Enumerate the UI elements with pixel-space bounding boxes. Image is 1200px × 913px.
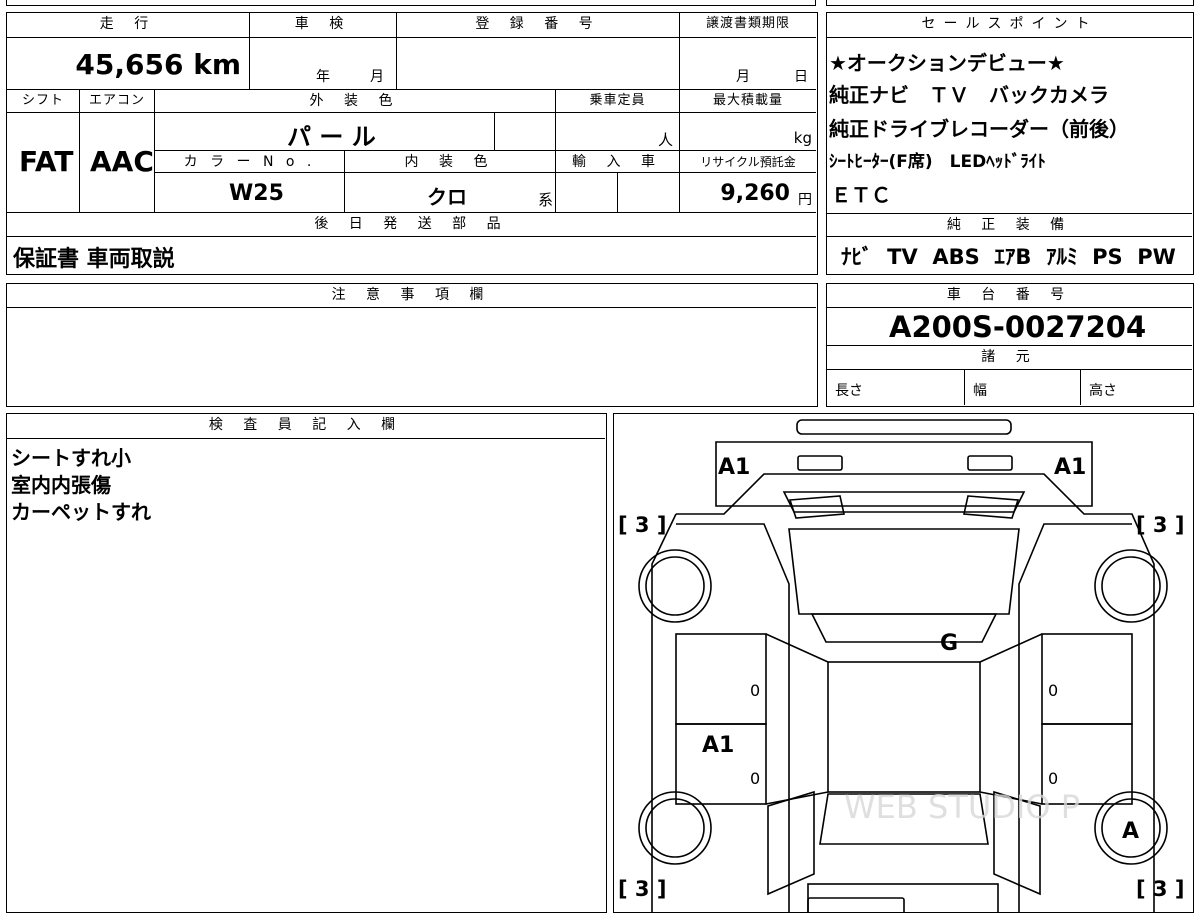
transfer-deadline-cell: 月 日: [680, 38, 816, 90]
shaken-cell: 年 月: [250, 38, 397, 90]
transfer-day-label: 日: [794, 69, 808, 85]
ac-value: AAC: [90, 145, 154, 178]
top-strip-left: [6, 0, 816, 6]
import-header: 輸 入 車: [556, 151, 680, 173]
notes-header: 注 意 事 項 欄: [7, 284, 816, 308]
tire-front-right: [ 3 ]: [1136, 513, 1184, 537]
mark-front-right: A1: [1054, 455, 1086, 480]
ac-cell: AAC: [80, 113, 155, 213]
genuine-equipment-value: ﾅﾋﾞ TV ABS ｴｱB ｱﾙﾐ PS PW: [841, 245, 1176, 269]
mileage-value: 45,656 km: [75, 48, 241, 81]
sales-line-1: ★オークションデビュー★: [829, 51, 1065, 75]
mileage-header: 走 行: [7, 13, 250, 38]
height-cell: 高さ: [1081, 370, 1192, 405]
shaken-header: 車 検: [250, 13, 397, 38]
exterior-color-cell: パ ー ル: [155, 113, 495, 151]
inspector-box: 検 査 員 記 入 欄 シートすれ小 室内内張傷 カーペットすれ: [6, 413, 607, 913]
later-parts-value: 保証書 車両取説: [13, 247, 175, 272]
car-diagram: A1 A1 G A1 A 0 0 0 0 [ 3 ] [ 3 ] [ 3 ] […: [618, 419, 1184, 912]
recycle-deposit-header: リサイクル預託金: [680, 151, 816, 173]
chassis-box: 車 台 番 号 A200S-0027204 諸 元 長さ 幅 高さ: [826, 283, 1194, 407]
sales-line-2: 純正ナビ ＴＶ バックカメラ: [829, 83, 1109, 107]
tire-rear-right: [ 3 ]: [1136, 877, 1184, 901]
registration-value-cell: [397, 38, 680, 90]
max-load-header: 最大積載量: [680, 90, 816, 113]
sales-line-5: ＥＴＣ: [831, 183, 891, 207]
shaken-month-label: 月: [370, 69, 384, 85]
chassis-number-header: 車 台 番 号: [827, 284, 1192, 308]
sales-line-3: 純正ドライブレコーダー（前後）: [829, 117, 1129, 141]
mark-roof: G: [940, 631, 958, 656]
shift-cell: FAT: [7, 113, 80, 213]
vehicle-info-table: 走 行 車 検 登 録 番 号 譲渡書類期限 45,656 km 年 月 月 日…: [6, 12, 818, 275]
color-no-header: カ ラ ー N o .: [155, 151, 345, 173]
interior-color-cell: クロ 系: [345, 173, 556, 213]
import-cell-right: [618, 173, 680, 213]
exterior-color-value: パ ー ル: [287, 123, 376, 151]
recycle-deposit-value: 9,260: [720, 181, 790, 206]
sales-line-4: ｼｰﾄﾋｰﾀｰ(F席) LEDﾍｯﾄﾞﾗｲﾄ: [829, 152, 1046, 172]
notes-box: 注 意 事 項 欄: [6, 283, 818, 407]
color-no-cell: W25: [155, 173, 345, 213]
mark-right-door-front: 0: [1048, 681, 1058, 700]
shift-header: シフト: [7, 90, 80, 113]
chassis-number-value: A200S-0027204: [889, 310, 1147, 344]
ac-header: エアコン: [80, 90, 155, 113]
chassis-number-cell: A200S-0027204: [827, 308, 1192, 346]
registration-header: 登 録 番 号: [397, 13, 680, 38]
top-strip-right: [826, 0, 1194, 6]
width-cell: 幅: [965, 370, 1081, 405]
inspector-line-2: 室内内張傷: [11, 473, 111, 497]
max-load-cell: kg: [680, 113, 816, 151]
mileage-cell: 45,656 km: [7, 38, 250, 90]
transfer-deadline-header: 譲渡書類期限: [680, 13, 816, 38]
mark-left-door-front: 0: [750, 681, 760, 700]
max-load-unit: kg: [793, 129, 812, 147]
tire-front-left: [ 3 ]: [618, 513, 666, 537]
tire-rear-left: [ 3 ]: [618, 877, 666, 901]
shift-value: FAT: [19, 145, 74, 178]
length-label: 長さ: [835, 383, 863, 399]
genuine-equipment-header: 純 正 装 備: [827, 213, 1192, 237]
later-parts-header: 後 日 発 送 部 品: [7, 213, 816, 237]
interior-color-header: 内 装 色: [345, 151, 556, 173]
height-label: 高さ: [1089, 383, 1117, 399]
exterior-color-header: 外 装 色: [155, 90, 556, 113]
import-cell-left: [556, 173, 618, 213]
recycle-deposit-cell: 9,260 円: [680, 173, 816, 213]
inspector-line-3: カーペットすれ: [11, 500, 151, 524]
capacity-header: 乗車定員: [556, 90, 680, 113]
sales-points-box: セールスポイント ★オークションデビュー★ 純正ナビ ＴＶ バックカメラ 純正ド…: [826, 12, 1194, 275]
specs-header: 諸 元: [827, 346, 1192, 370]
inspector-line-1: シートすれ小: [11, 446, 131, 470]
sales-points-header: セールスポイント: [827, 13, 1192, 38]
recycle-deposit-unit: 円: [798, 192, 812, 208]
interior-color-suffix: 系: [537, 191, 553, 209]
mark-front-left: A1: [718, 455, 750, 480]
transfer-month-label: 月: [736, 69, 750, 85]
color-no-value: W25: [229, 181, 284, 206]
mark-left-door: A1: [702, 733, 734, 758]
capacity-cell: 人: [556, 113, 680, 151]
exterior-color-extra: [495, 113, 556, 151]
capacity-unit: 人: [657, 131, 673, 149]
inspector-header: 検 査 員 記 入 欄: [7, 414, 605, 439]
damage-diagram-box: A1 A1 G A1 A 0 0 0 0 [ 3 ] [ 3 ] [ 3 ] […: [613, 413, 1194, 913]
mark-left-door-rear: 0: [750, 769, 760, 788]
mark-rear-right-wheel: A: [1122, 819, 1139, 844]
shaken-year-label: 年: [316, 69, 330, 85]
watermark: WEB STUDIO P: [844, 788, 1080, 826]
interior-color-value: クロ: [427, 185, 467, 209]
length-cell: 長さ: [827, 370, 965, 405]
width-label: 幅: [973, 383, 987, 399]
mark-right-door-rear: 0: [1048, 769, 1058, 788]
